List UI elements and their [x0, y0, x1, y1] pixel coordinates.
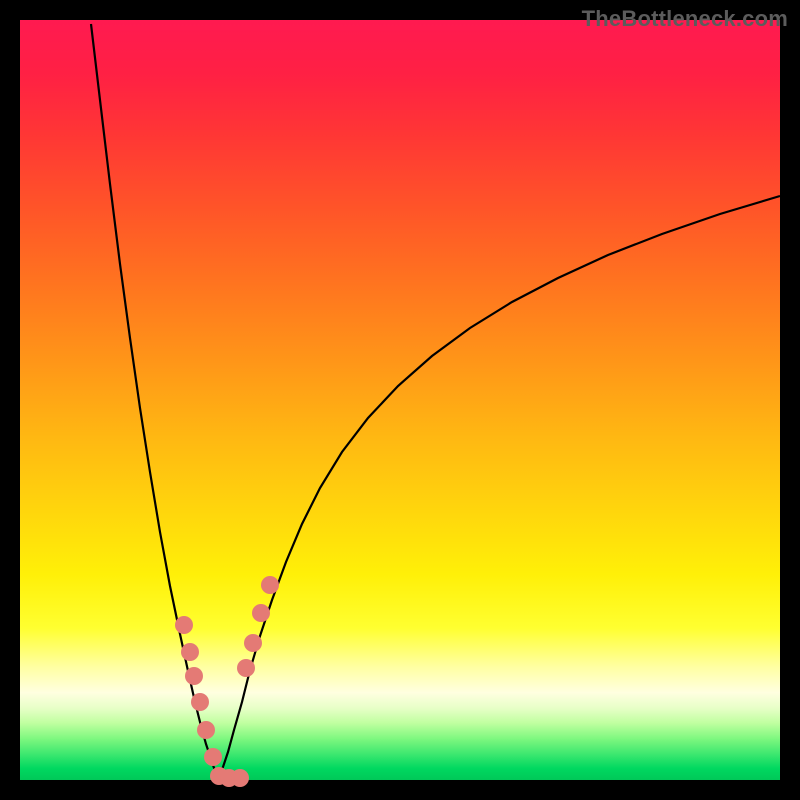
highlight-marker — [185, 667, 203, 685]
bottleneck-chart — [0, 0, 800, 800]
highlight-marker — [175, 616, 193, 634]
highlight-marker — [197, 721, 215, 739]
highlight-marker — [237, 659, 255, 677]
chart-root: TheBottleneck.com — [0, 0, 800, 800]
highlight-marker — [191, 693, 209, 711]
highlight-marker — [204, 748, 222, 766]
highlight-marker — [252, 604, 270, 622]
highlight-marker — [244, 634, 262, 652]
highlight-marker — [231, 769, 249, 787]
highlight-marker — [261, 576, 279, 594]
highlight-marker — [181, 643, 199, 661]
gradient-background — [20, 20, 780, 780]
watermark-text: TheBottleneck.com — [582, 6, 788, 32]
